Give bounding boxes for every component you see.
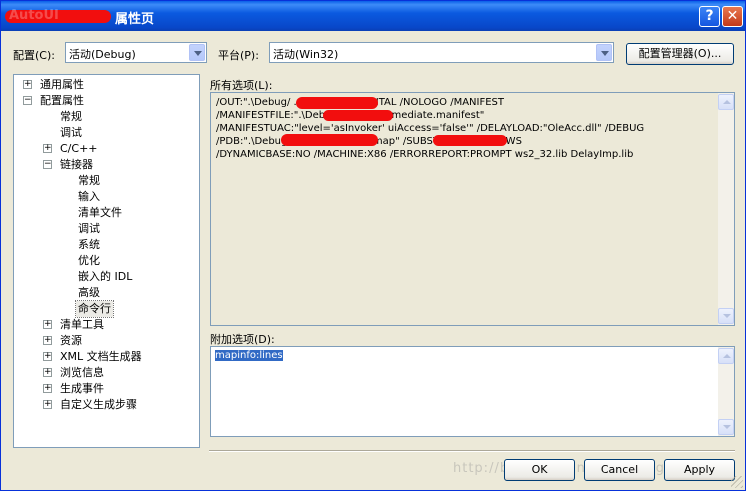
scroll-up-icon[interactable] [718, 348, 734, 364]
tree-item-label: 生成事件 [60, 382, 104, 395]
tree-item-label: 高级 [78, 286, 100, 299]
expand-icon[interactable]: + [43, 400, 52, 409]
tree-item-custom-build[interactable]: + 自定义生成步骤 [14, 397, 199, 413]
tree-item-linker-input[interactable]: 输入 [14, 189, 199, 205]
tree-item-general-props[interactable]: + 通用属性 [14, 77, 199, 93]
collapse-icon[interactable]: − [23, 96, 32, 105]
tree-item-label: C/C++ [60, 142, 98, 155]
tree-item-label: XML 文档生成器 [60, 350, 142, 363]
config-select-value: 活动(Debug) [69, 48, 136, 61]
scroll-up-icon[interactable] [718, 94, 734, 110]
separator [209, 450, 735, 452]
tree-item-label: 优化 [78, 254, 100, 267]
ok-button[interactable]: OK [504, 459, 575, 481]
expand-icon[interactable]: + [43, 352, 52, 361]
apply-button[interactable]: Apply [664, 459, 735, 481]
option-line: /MANIFESTUAC:"level='asInvoker' uiAccess… [216, 123, 645, 134]
tree-item-label: 通用属性 [40, 78, 84, 91]
properties-dialog: AutoUI 属性页 ? ✕ 配置(C): 活动(Debug) 平台(P): 活… [0, 0, 746, 491]
cancel-button[interactable]: Cancel [584, 459, 655, 481]
tree-item-label: 常规 [60, 110, 82, 123]
all-options-label: 所有选项(L): [210, 79, 273, 92]
tree-item-label: 资源 [60, 334, 82, 347]
tree-item-label: 配置属性 [40, 94, 84, 107]
redaction-mark [296, 97, 378, 109]
tree-item-linker-advanced[interactable]: 高级 [14, 285, 199, 301]
expand-icon[interactable]: + [43, 320, 52, 329]
tree-item-label: 浏览信息 [60, 366, 104, 379]
expand-icon[interactable]: + [43, 336, 52, 345]
tree-item-linker-manifest[interactable]: 清单文件 [14, 205, 199, 221]
additional-options-value: mapinfo:lines [215, 350, 283, 361]
tree-item-debugging[interactable]: 调试 [14, 125, 199, 141]
platform-label: 平台(P): [218, 49, 259, 62]
resize-grip-icon[interactable] [731, 476, 743, 488]
tree-item-linker-system[interactable]: 系统 [14, 237, 199, 253]
platform-select-value: 活动(Win32) [273, 48, 339, 61]
tree-item-label: 嵌入的 IDL [78, 270, 133, 283]
close-button[interactable]: ✕ [722, 6, 743, 27]
property-tree[interactable]: + 通用属性 − 配置属性 常规 调试 + C/C++ − 链接器 常规 输入 … [13, 74, 200, 448]
expand-icon[interactable]: + [43, 144, 52, 153]
tree-item-xml-doc[interactable]: + XML 文档生成器 [14, 349, 199, 365]
help-button[interactable]: ? [699, 6, 720, 27]
vertical-scrollbar[interactable] [718, 93, 734, 325]
tree-item-linker-optimization[interactable]: 优化 [14, 253, 199, 269]
additional-options-textbox[interactable]: mapinfo:lines [210, 346, 735, 437]
chevron-down-icon[interactable] [189, 44, 205, 61]
expand-icon[interactable]: + [43, 368, 52, 377]
window-title: AutoUI 属性页 [9, 8, 155, 27]
tree-item-linker-embedded-idl[interactable]: 嵌入的 IDL [14, 269, 199, 285]
tree-item-general[interactable]: 常规 [14, 109, 199, 125]
expand-icon[interactable]: + [43, 384, 52, 393]
tree-item-label: 输入 [78, 190, 100, 203]
collapse-icon[interactable]: − [43, 160, 52, 169]
tree-item-label: 自定义生成步骤 [60, 398, 137, 411]
expand-icon[interactable]: + [23, 80, 32, 89]
all-options-textbox[interactable]: /OUT:".\Debug/ .exe" /INCREMENTAL /NOLOG… [210, 92, 735, 326]
tree-item-manifest-tool[interactable]: + 清单工具 [14, 317, 199, 333]
option-line: /DYNAMICBASE:NO /MACHINE:X86 /ERRORREPOR… [216, 149, 634, 160]
tree-item-linker[interactable]: − 链接器 [14, 157, 199, 173]
tree-item-label: 清单文件 [78, 206, 122, 219]
tree-item-build-events[interactable]: + 生成事件 [14, 381, 199, 397]
tree-item-resources[interactable]: + 资源 [14, 333, 199, 349]
platform-select[interactable]: 活动(Win32) [269, 42, 614, 63]
scroll-down-icon[interactable] [718, 419, 734, 435]
redaction-mark [323, 110, 393, 121]
tree-item-label: 命令行 [75, 300, 114, 318]
vertical-scrollbar[interactable] [718, 347, 734, 436]
tree-item-cpp[interactable]: + C/C++ [14, 141, 199, 157]
tree-item-browse-info[interactable]: + 浏览信息 [14, 365, 199, 381]
tree-item-config-props[interactable]: − 配置属性 [14, 93, 199, 109]
config-select[interactable]: 活动(Debug) [65, 42, 207, 63]
tree-item-label: 调试 [78, 222, 100, 235]
tree-item-label: 调试 [60, 126, 82, 139]
title-bar[interactable]: AutoUI 属性页 ? ✕ [1, 1, 745, 31]
tree-item-linker-general[interactable]: 常规 [14, 173, 199, 189]
tree-item-label: 链接器 [60, 158, 93, 171]
tree-item-label: 清单工具 [60, 318, 104, 331]
tree-item-label: 常规 [78, 174, 100, 187]
chevron-down-icon[interactable] [596, 44, 612, 61]
tree-item-linker-debugging[interactable]: 调试 [14, 221, 199, 237]
scroll-down-icon[interactable] [718, 308, 734, 324]
additional-options-label: 附加选项(D): [210, 333, 275, 346]
config-manager-button[interactable]: 配置管理器(O)... [626, 43, 734, 65]
tree-item-linker-command-line[interactable]: 命令行 [14, 300, 199, 318]
config-label: 配置(C): [13, 49, 55, 62]
redaction-mark [281, 134, 378, 146]
tree-item-label: 系统 [78, 238, 100, 251]
redaction-mark [433, 135, 507, 146]
